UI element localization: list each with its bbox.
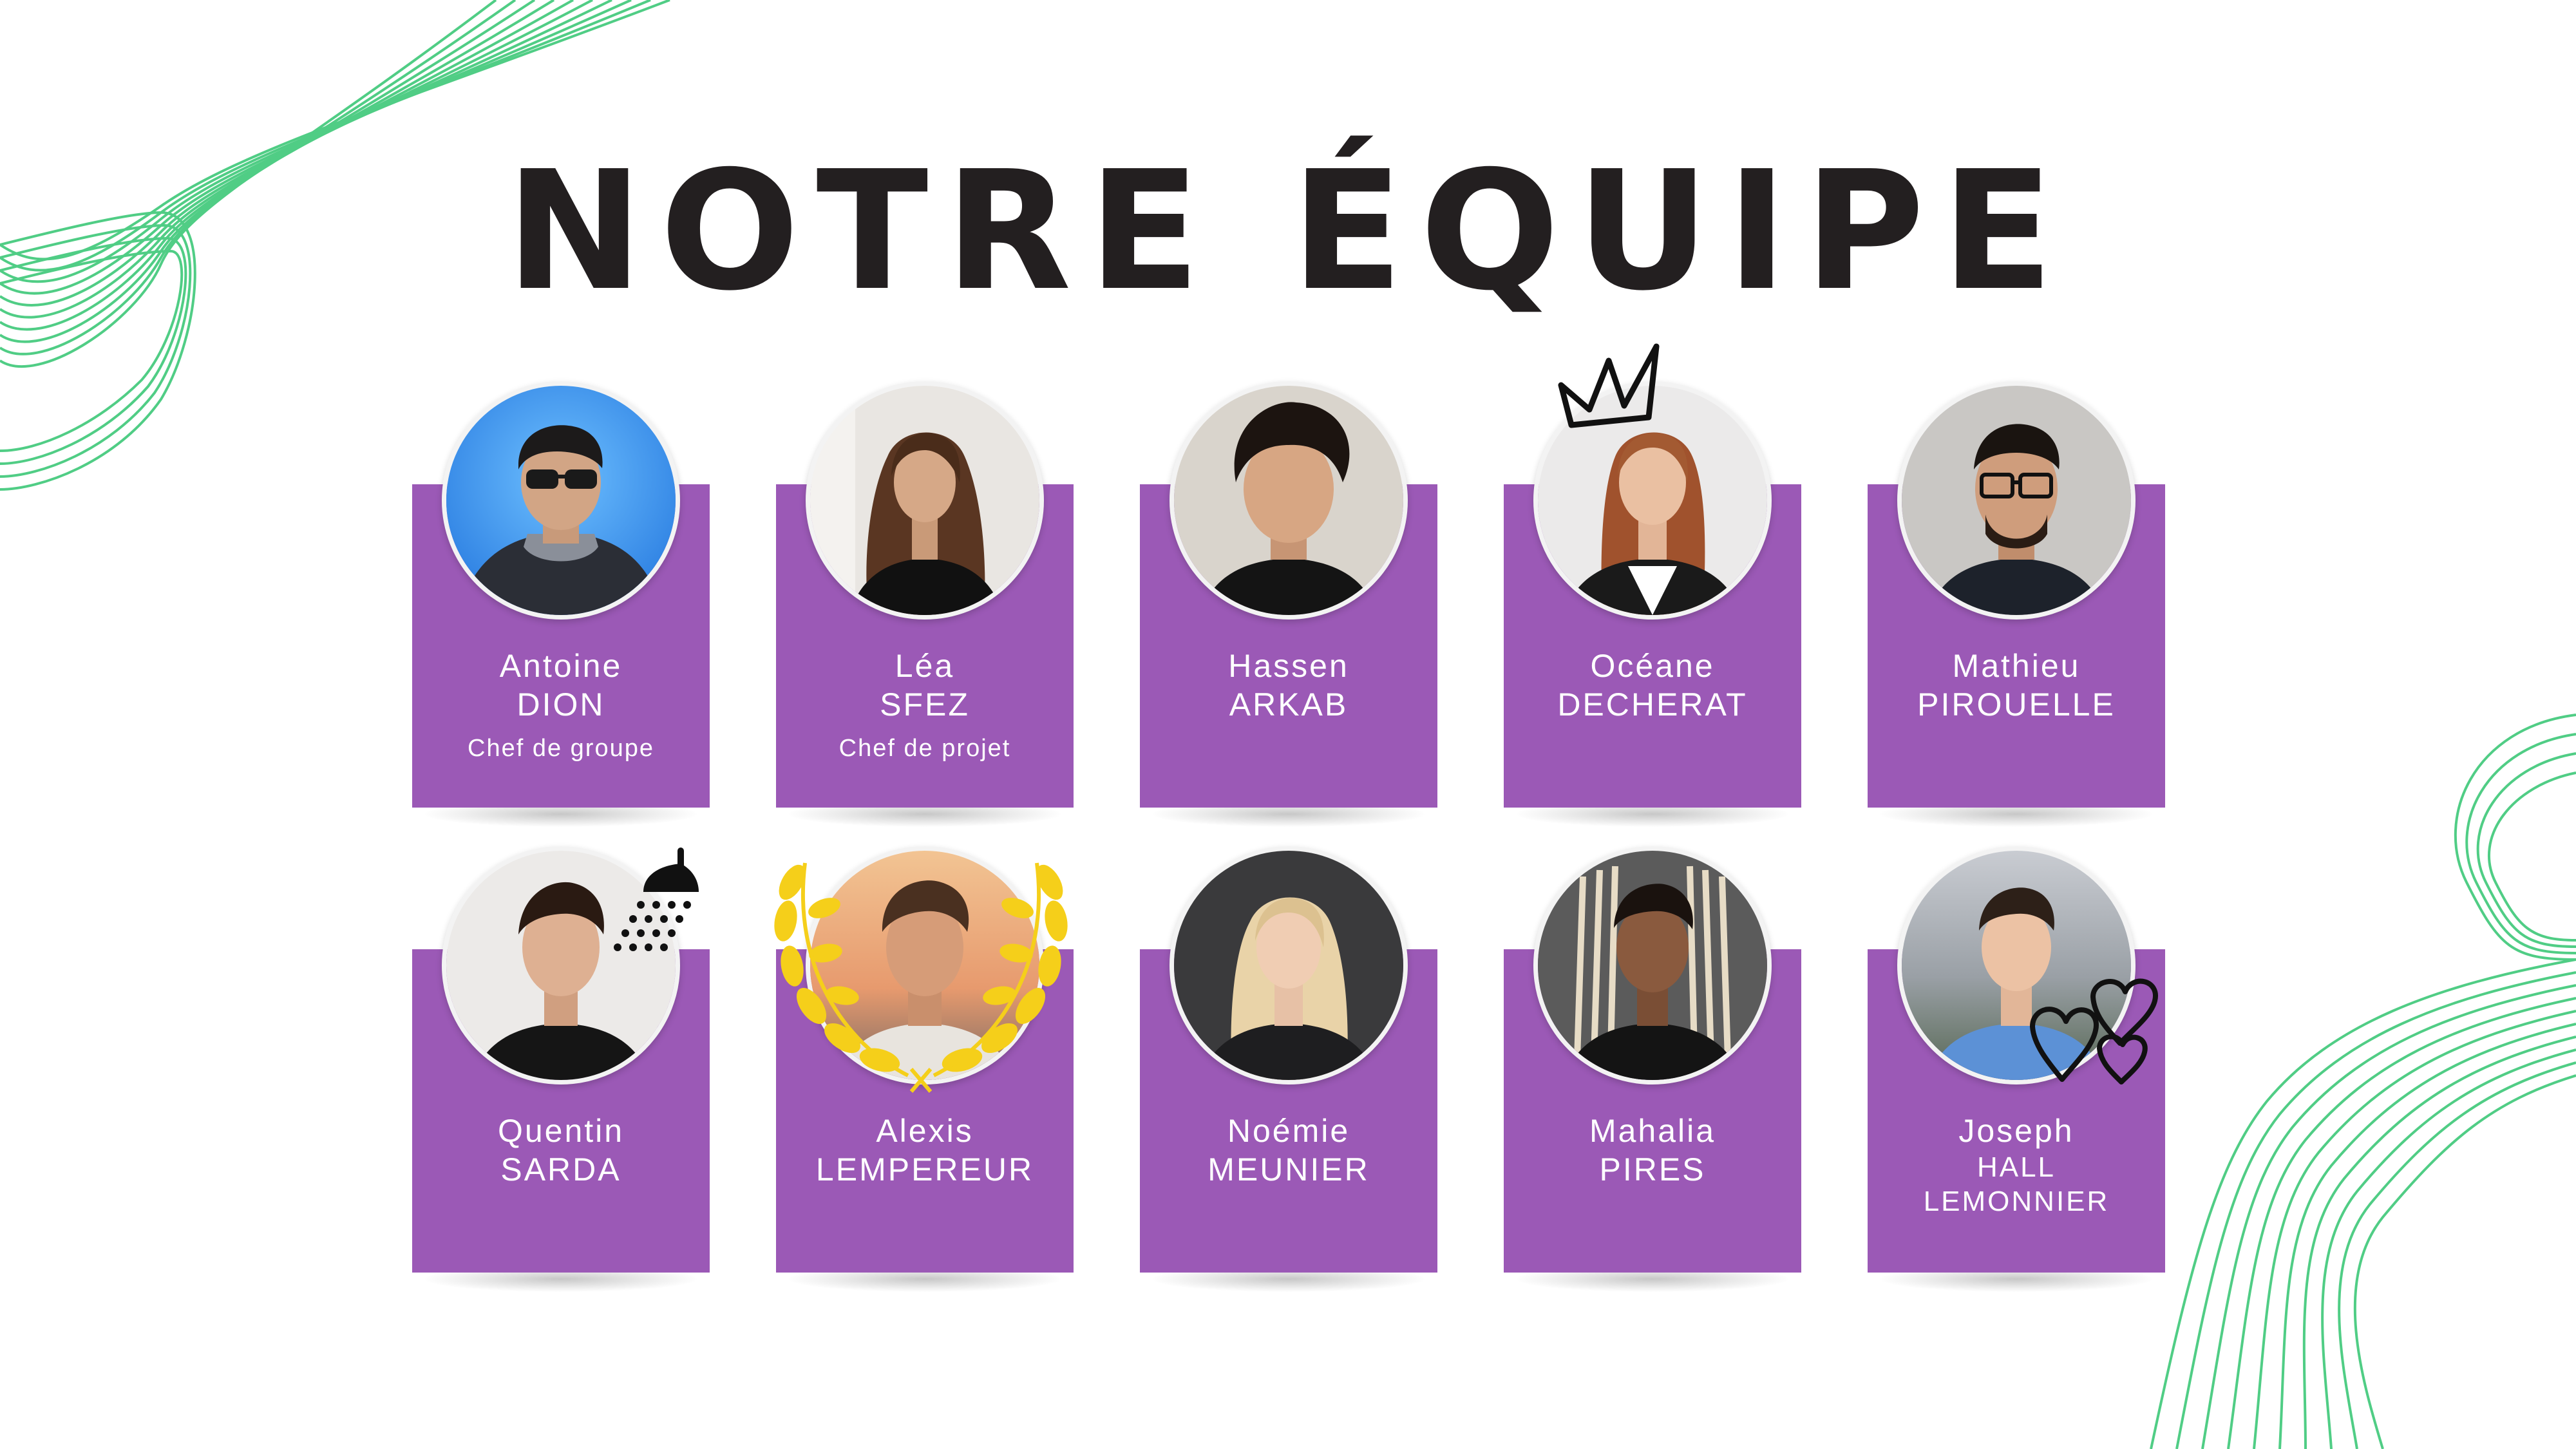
member-last-name: PIRES [1599,1151,1706,1188]
team-member-card: Mathieu PIROUELLE [1868,381,2165,827]
member-role: Chef de projet [838,735,1011,762]
member-first-name: Léa [895,648,955,684]
member-last-name: PIROUELLE [1917,687,2116,723]
crown-icon [1558,343,1660,428]
member-photo [1170,846,1408,1084]
member-first-name: Joseph [1958,1113,2074,1149]
member-photo [1897,381,2136,620]
member-first-name: Mahalia [1589,1113,1716,1149]
member-last-name-line-2: LEMONNIER [1923,1186,2110,1217]
shower-icon [614,848,699,951]
member-last-name: LEMPEREUR [815,1151,1034,1188]
member-role: Chef de groupe [468,735,654,762]
team-member-card: Léa SFEZ Chef de projet [776,381,1074,827]
member-last-name: SARDA [500,1151,621,1188]
member-first-name: Alexis [876,1113,974,1149]
member-last-name: DECHERAT [1557,687,1748,723]
laurel-wreath-icon [774,862,1068,1093]
team-member-card: Noémie MEUNIER [1140,846,1437,1292]
member-last-name: DION [516,687,605,723]
member-first-name: Antoine [499,648,623,684]
member-last-name: SFEZ [880,687,970,723]
team-member-card: Quentin SARDA [412,846,710,1292]
member-last-name: HALL [1976,1151,2056,1183]
member-photo [1533,846,1772,1084]
member-first-name: Quentin [497,1113,625,1149]
member-photo [1170,381,1408,620]
page-title: NOTRE ÉQUIPE [506,136,2070,327]
member-first-name: Mathieu [1952,648,2081,684]
member-last-name: MEUNIER [1208,1151,1370,1188]
member-first-name: Noémie [1227,1113,1350,1149]
team-member-card: Mahalia PIRES [1504,846,1801,1292]
team-member-card: Antoine DION Chef de groupe [412,381,710,827]
member-photo [806,381,1044,620]
member-last-name: ARKAB [1229,687,1349,723]
member-first-name: Océane [1590,648,1715,684]
hearts-icon [2030,978,2158,1084]
member-first-name: Hassen [1228,648,1349,684]
team-member-card: Océane DECHERAT [1504,381,1801,827]
team-member-card: Hassen ARKAB [1140,381,1437,827]
member-photo [442,381,680,620]
